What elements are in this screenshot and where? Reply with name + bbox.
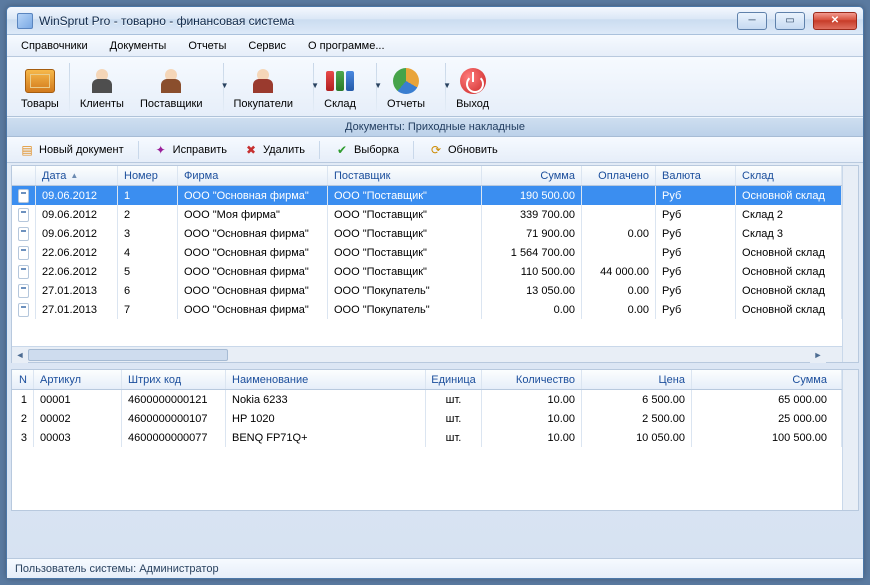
doc-icon bbox=[18, 189, 29, 203]
col-price[interactable]: Цена bbox=[582, 370, 692, 389]
table-row[interactable]: 22.06.20125ООО "Основная фирма"ООО "Пост… bbox=[12, 262, 842, 281]
buyers-icon bbox=[251, 69, 275, 93]
table-row[interactable]: 27.01.20136ООО "Основная фирма"ООО "Поку… bbox=[12, 281, 842, 300]
refresh-icon: ⟳ bbox=[428, 142, 444, 158]
scroll-left-icon[interactable]: ◄ bbox=[12, 347, 28, 363]
col-paid[interactable]: Оплачено bbox=[582, 166, 656, 185]
doc-icon bbox=[18, 284, 29, 298]
menu-servis[interactable]: Сервис bbox=[238, 37, 296, 55]
toolbar-reports[interactable]: Отчеты ▼ bbox=[379, 57, 443, 116]
new-doc-button[interactable]: ▤ Новый документ bbox=[13, 140, 130, 160]
col-name[interactable]: Наименование bbox=[226, 370, 426, 389]
app-window: WinSprut Pro - товарно - финансовая сист… bbox=[6, 6, 864, 579]
doc-icon bbox=[18, 227, 29, 241]
clients-icon bbox=[90, 69, 114, 93]
col-unit[interactable]: Единица bbox=[426, 370, 482, 389]
delete-icon: ✖ bbox=[243, 142, 259, 158]
minimize-button[interactable]: ─ bbox=[737, 12, 767, 30]
details-grid-body[interactable]: 1000014600000000121Nokia 6233шт.10.006 5… bbox=[12, 390, 842, 510]
documents-grid-body[interactable]: 09.06.20121ООО "Основная фирма"ООО "Пост… bbox=[12, 186, 842, 346]
documents-grid-header: Дата▲ Номер Фирма Поставщик Сумма Оплаче… bbox=[12, 166, 842, 186]
hscrollbar[interactable]: ◄ ► bbox=[12, 346, 842, 362]
col-supplier[interactable]: Поставщик bbox=[328, 166, 482, 185]
doc-icon bbox=[18, 246, 29, 260]
edit-icon: ✦ bbox=[153, 142, 169, 158]
reports-icon bbox=[393, 68, 419, 94]
window-title: WinSprut Pro - товарно - финансовая сист… bbox=[39, 14, 737, 28]
exit-icon bbox=[460, 68, 486, 94]
table-row[interactable]: 09.06.20122ООО "Моя фирма"ООО "Поставщик… bbox=[12, 205, 842, 224]
refresh-button[interactable]: ⟳ Обновить bbox=[422, 140, 504, 160]
documents-grid: Дата▲ Номер Фирма Поставщик Сумма Оплаче… bbox=[11, 165, 859, 363]
col-qty[interactable]: Количество bbox=[482, 370, 582, 389]
doc-toolbar: ▤ Новый документ ✦ Исправить ✖ Удалить ✔… bbox=[7, 137, 863, 163]
delete-button[interactable]: ✖ Удалить bbox=[237, 140, 311, 160]
status-text: Пользователь системы: Администратор bbox=[15, 563, 219, 575]
col-warehouse[interactable]: Склад bbox=[736, 166, 842, 185]
table-row[interactable]: 1000014600000000121Nokia 6233шт.10.006 5… bbox=[12, 390, 842, 409]
titlebar[interactable]: WinSprut Pro - товарно - финансовая сист… bbox=[7, 7, 863, 35]
scroll-right-icon[interactable]: ► bbox=[810, 347, 826, 363]
menu-dokumenty[interactable]: Документы bbox=[100, 37, 177, 55]
doc-icon bbox=[18, 303, 29, 317]
table-row[interactable]: 22.06.20124ООО "Основная фирма"ООО "Пост… bbox=[12, 243, 842, 262]
toolbar-warehouse[interactable]: Склад ▼ bbox=[316, 57, 374, 116]
filter-button[interactable]: ✔ Выборка bbox=[328, 140, 405, 160]
section-header: Документы: Приходные накладные bbox=[7, 117, 863, 137]
table-row[interactable]: 27.01.20137ООО "Основная фирма"ООО "Поку… bbox=[12, 300, 842, 319]
table-row[interactable]: 09.06.20123ООО "Основная фирма"ООО "Пост… bbox=[12, 224, 842, 243]
vscrollbar[interactable] bbox=[842, 166, 858, 362]
table-row[interactable]: 09.06.20121ООО "Основная фирма"ООО "Пост… bbox=[12, 186, 842, 205]
doc-icon bbox=[18, 208, 29, 222]
vscrollbar[interactable] bbox=[842, 370, 858, 510]
close-button[interactable]: ✕ bbox=[813, 12, 857, 30]
table-row[interactable]: 2000024600000000107HP 1020шт.10.002 500.… bbox=[12, 409, 842, 428]
menubar: Справочники Документы Отчеты Сервис О пр… bbox=[7, 35, 863, 57]
menu-about[interactable]: О программе... bbox=[298, 37, 394, 55]
doc-icon bbox=[18, 265, 29, 279]
maximize-button[interactable]: ▭ bbox=[775, 12, 805, 30]
col-total[interactable]: Сумма bbox=[692, 370, 842, 389]
col-barcode[interactable]: Штрих код bbox=[122, 370, 226, 389]
toolbar-clients[interactable]: Клиенты bbox=[72, 57, 132, 116]
toolbar-goods[interactable]: Товары bbox=[13, 57, 67, 116]
details-grid-header: N Артикул Штрих код Наименование Единица… bbox=[12, 370, 842, 390]
col-sum[interactable]: Сумма bbox=[482, 166, 582, 185]
col-n[interactable]: N bbox=[12, 370, 34, 389]
col-num[interactable]: Номер bbox=[118, 166, 178, 185]
table-row[interactable]: 3000034600000000077BENQ FP71Q+шт.10.0010… bbox=[12, 428, 842, 447]
col-firm[interactable]: Фирма bbox=[178, 166, 328, 185]
toolbar-suppliers[interactable]: Поставщики ▼ bbox=[132, 57, 221, 116]
toolbar-exit[interactable]: Выход bbox=[448, 57, 497, 116]
menu-spravochniki[interactable]: Справочники bbox=[11, 37, 98, 55]
new-icon: ▤ bbox=[19, 142, 35, 158]
col-currency[interactable]: Валюта bbox=[656, 166, 736, 185]
check-icon: ✔ bbox=[334, 142, 350, 158]
goods-icon bbox=[25, 69, 55, 93]
warehouse-icon bbox=[326, 71, 354, 91]
col-article[interactable]: Артикул bbox=[34, 370, 122, 389]
details-grid: N Артикул Штрих код Наименование Единица… bbox=[11, 369, 859, 511]
col-icon[interactable] bbox=[12, 166, 36, 185]
edit-button[interactable]: ✦ Исправить bbox=[147, 140, 233, 160]
suppliers-icon bbox=[159, 69, 183, 93]
statusbar: Пользователь системы: Администратор bbox=[7, 558, 863, 578]
scroll-thumb[interactable] bbox=[28, 349, 228, 361]
menu-otchety[interactable]: Отчеты bbox=[178, 37, 236, 55]
main-toolbar: Товары Клиенты Поставщики ▼ Покупатели ▼… bbox=[7, 57, 863, 117]
toolbar-buyers[interactable]: Покупатели ▼ bbox=[226, 57, 312, 116]
app-icon bbox=[17, 13, 33, 29]
col-date[interactable]: Дата▲ bbox=[36, 166, 118, 185]
